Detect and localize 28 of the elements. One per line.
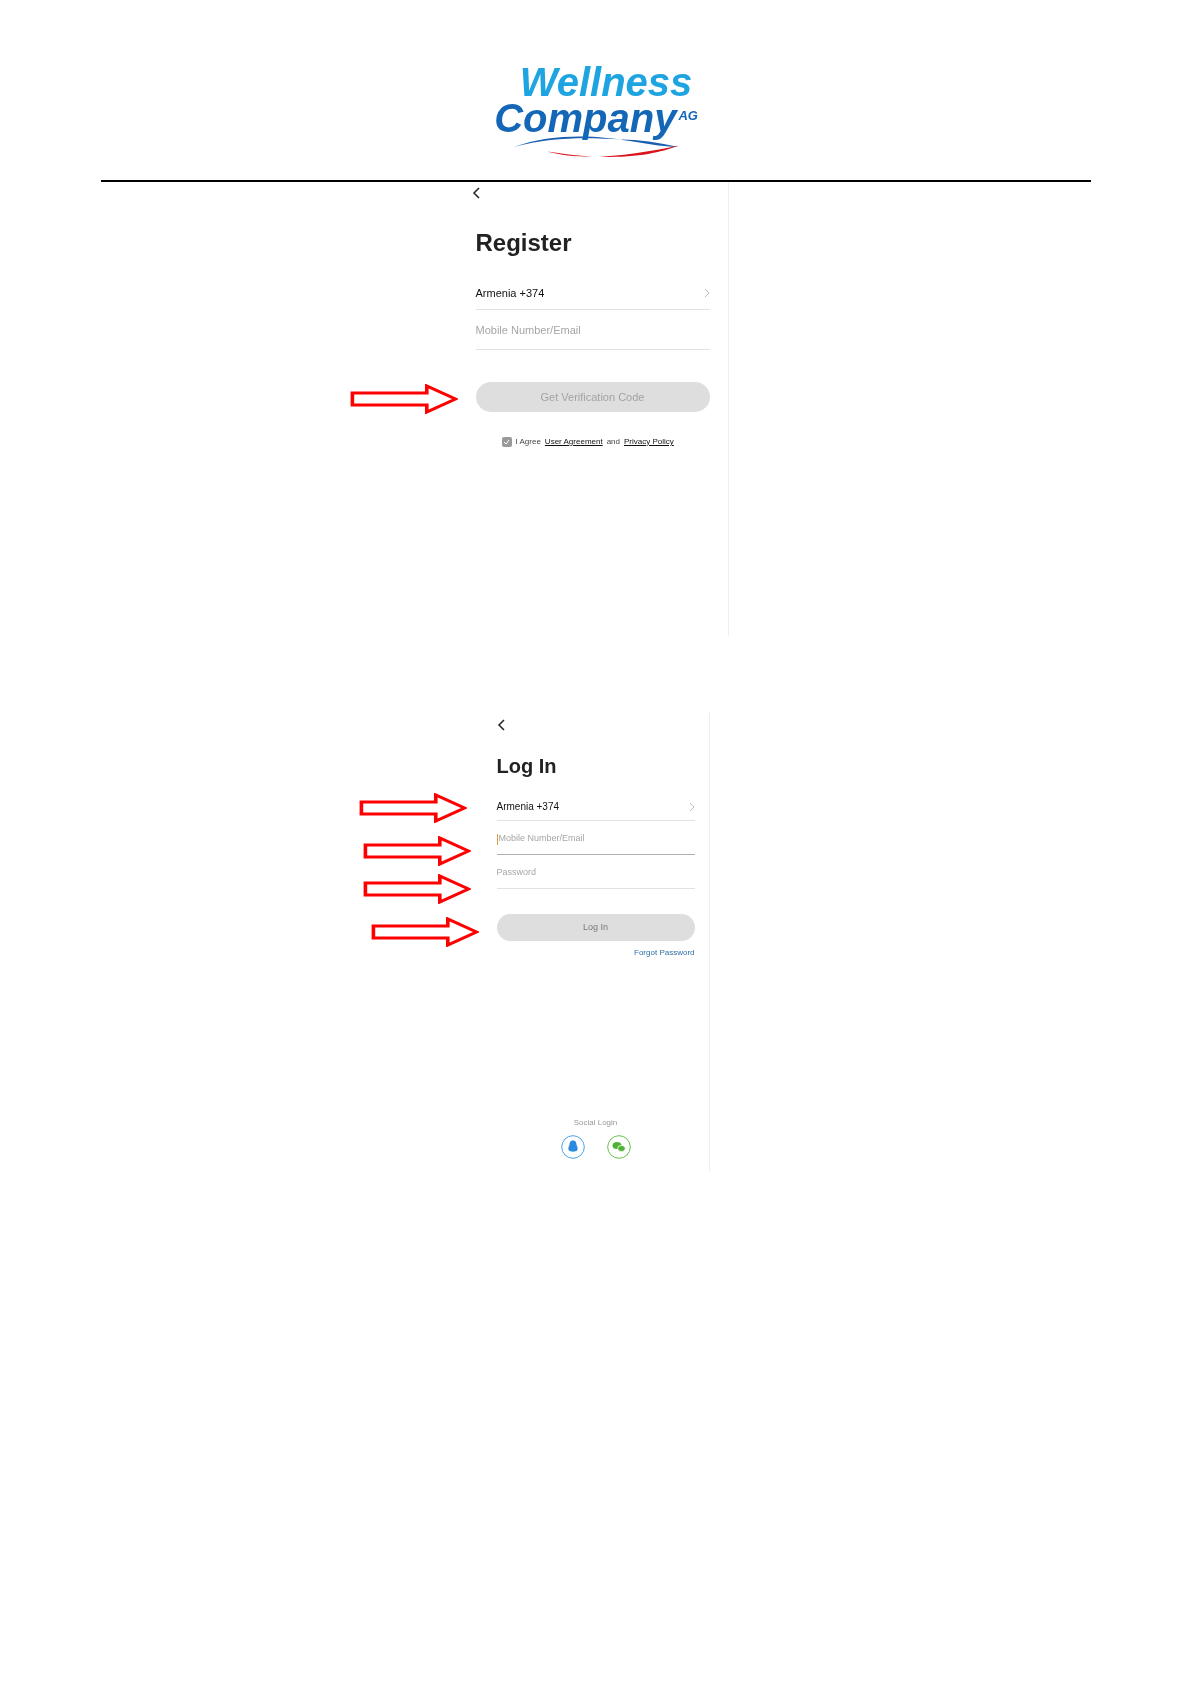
arrow-icon [362,836,471,866]
chat-bubbles-icon[interactable] [606,1135,631,1159]
arrow-icon [370,917,479,947]
user-agreement-link[interactable]: User Agreement [544,436,603,448]
field-placeholder: Mobile Number/Email [475,323,581,339]
screen-title: Log In [496,754,558,779]
penguin-icon[interactable] [560,1135,585,1159]
check-icon [503,439,510,445]
back-icon[interactable] [471,187,480,199]
chevron-icon [703,288,710,298]
arrow-icon [349,384,458,414]
arrow-icon [362,874,471,904]
screen-title: Register [475,228,573,258]
field-placeholder: Password [496,866,536,880]
agreement-text: and [606,436,621,448]
logo-suffix: AG [678,108,698,123]
agree-checkbox[interactable] [501,437,512,447]
agreement-text: I Agree [515,436,541,448]
field-placeholder: Mobile Number/Email [498,832,585,846]
forgot-password-link[interactable]: Forgot Password [634,947,695,959]
social-login-label: Social Login [573,1117,618,1129]
text-cursor [496,833,498,845]
country-selector[interactable]: Armenia +374 [496,793,695,821]
chevron-icon [688,801,695,812]
country-selector[interactable]: Armenia +374 [475,277,710,310]
back-icon[interactable] [496,719,505,731]
privacy-policy-link[interactable]: Privacy Policy [624,436,674,448]
arrow-icon [358,793,467,823]
